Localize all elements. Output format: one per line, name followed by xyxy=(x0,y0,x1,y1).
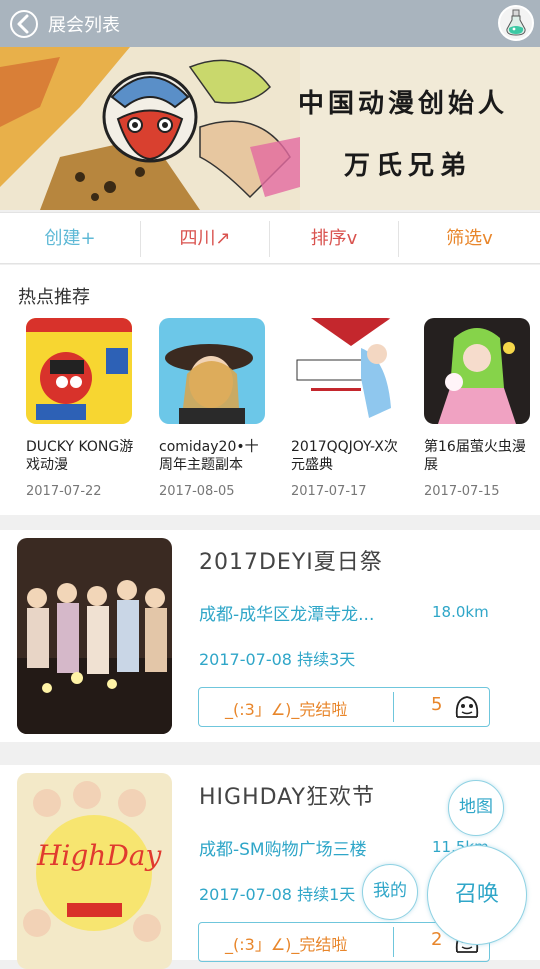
hot-item[interactable]: DUCKY KONG游戏动漫 2017-07-22 xyxy=(26,318,138,499)
hot-item-date: 2017-07-15 xyxy=(424,484,500,499)
potion-bottle-icon xyxy=(506,9,526,36)
hot-item-name: 2017QQJOY-X次元盛典 xyxy=(291,439,398,473)
event-count: 5 xyxy=(431,694,443,715)
divider xyxy=(393,692,394,722)
hot-item[interactable]: 第16届萤火虫漫展 2017-07-15 xyxy=(424,318,536,499)
event-poster: HighDay xyxy=(17,773,172,969)
hot-item-name: 第16届萤火虫漫展 xyxy=(424,439,526,473)
hot-recommendations: 热点推荐 DUCKY KONG游戏动漫 2017-07-22 comiday20… xyxy=(0,265,540,515)
event-count: 2 xyxy=(431,929,443,950)
meme-face-icon xyxy=(455,696,479,718)
event-poster xyxy=(26,318,132,424)
map-button[interactable]: 地图 xyxy=(448,780,504,836)
divider xyxy=(393,927,394,957)
event-title: 2017DEYI夏日祭 xyxy=(199,550,383,575)
filter-button[interactable]: 筛选v xyxy=(399,213,540,265)
event-distance: 18.0km xyxy=(432,603,489,621)
event-location: 成都-成华区龙潭寺龙... xyxy=(199,605,375,625)
banner-headline: 中国动漫创始人 xyxy=(298,89,509,119)
avatar[interactable] xyxy=(498,5,534,41)
event-status-box[interactable]: _(:3」∠)_完结啦 5 xyxy=(198,687,490,727)
summon-button[interactable]: 召唤 xyxy=(427,845,527,945)
event-status: _(:3」∠)_完结啦 xyxy=(225,700,348,719)
hot-item-name: DUCKY KONG游戏动漫 xyxy=(26,439,134,473)
page-title: 展会列表 xyxy=(48,15,120,36)
hot-item-name: comiday20•十周年主题副本 xyxy=(159,439,259,473)
banner-subline: 万氏兄弟 xyxy=(344,151,473,181)
hot-item-date: 2017-08-05 xyxy=(159,484,235,499)
banner[interactable]: 中国动漫创始人 万氏兄弟 xyxy=(0,47,540,210)
create-button[interactable]: 创建+ xyxy=(0,213,140,265)
event-poster xyxy=(159,318,265,424)
event-status: _(:3」∠)_完结啦 xyxy=(225,935,348,954)
event-poster xyxy=(424,318,530,424)
hot-item[interactable]: comiday20•十周年主题副本 2017-08-05 xyxy=(159,318,271,499)
hot-item[interactable]: 2017QQJOY-X次元盛典 2017-07-17 xyxy=(291,318,403,499)
region-filter-button[interactable]: 四川↗ xyxy=(141,213,269,265)
event-card[interactable]: 2017DEYI夏日祭 成都-成华区龙潭寺龙... 18.0km 2017-07… xyxy=(0,530,540,742)
sort-button[interactable]: 排序v xyxy=(270,213,398,265)
banner-illustration xyxy=(0,47,300,210)
hot-item-date: 2017-07-22 xyxy=(26,484,102,499)
event-poster xyxy=(291,318,397,424)
event-date: 2017-07-08 持续1天 xyxy=(199,885,356,904)
svg-text:HighDay: HighDay xyxy=(36,839,162,872)
event-title: HIGHDAY狂欢节 xyxy=(199,785,375,810)
filter-bar: 创建+ 四川↗ 排序v 筛选v xyxy=(0,212,540,264)
event-location: 成都-SM购物广场三楼 xyxy=(199,840,367,860)
section-title: 热点推荐 xyxy=(18,287,90,308)
my-button[interactable]: 我的 xyxy=(362,864,418,920)
chevron-left-icon[interactable] xyxy=(10,9,38,39)
event-date: 2017-07-08 持续3天 xyxy=(199,650,356,669)
event-poster xyxy=(17,538,172,734)
hot-item-date: 2017-07-17 xyxy=(291,484,367,499)
top-bar: 展会列表 xyxy=(0,0,540,47)
